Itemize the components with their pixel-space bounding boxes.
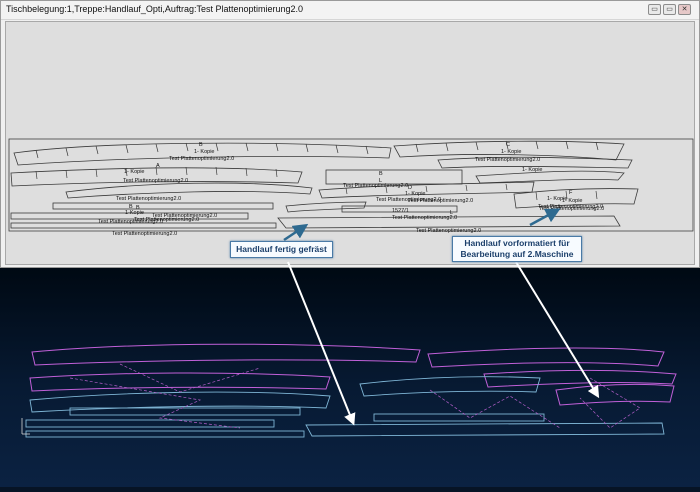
callout-right-line2: Bearbeitung auf 2.Maschine — [460, 249, 574, 259]
cam-handrail-pre — [29, 391, 331, 413]
part-label: Test Plattenoptimierung2.0 — [408, 198, 473, 204]
part-label: 1- Kopie — [547, 196, 568, 202]
part-label: B — [379, 171, 383, 177]
part-label: Test Plattenoptimierung2.0 — [538, 204, 603, 210]
part-label: A — [156, 163, 160, 169]
part-label: Test Plattenoptimierung2.0 — [112, 231, 177, 237]
close-icon: ✕ — [681, 6, 688, 13]
handrail-part — [475, 170, 625, 184]
part-label: 1- Kopie — [194, 149, 215, 155]
close-button[interactable]: ✕ — [678, 4, 691, 15]
part-label: 1- Kopie — [522, 167, 543, 173]
cam-bar — [305, 422, 665, 437]
part-label: B — [199, 142, 203, 148]
window-titlebar[interactable]: Tischbelegung:1,Treppe:Handlauf_Opti,Auf… — [1, 1, 699, 20]
part-label: Test Plattenoptimierung2.0 — [169, 156, 234, 162]
handrail-part — [285, 201, 367, 213]
part-label: Test Plattenoptimierung2.0 — [416, 228, 481, 234]
part-label: 1-Kopie — [125, 210, 144, 216]
part-label: 1- Kopie — [124, 169, 145, 175]
part-label: F — [569, 190, 573, 196]
minimize-icon: ▭ — [651, 6, 658, 13]
cam-handrail — [31, 343, 421, 366]
tool-path — [69, 377, 241, 429]
part-label: 1- Kopie — [501, 149, 522, 155]
machine-view — [0, 268, 700, 487]
cam-bar — [25, 419, 275, 428]
cam-handrail — [29, 372, 331, 392]
part-label: Test Plattenoptimierung2.0 — [343, 183, 408, 189]
minimize-button[interactable]: ▭ — [648, 4, 661, 15]
part-label: B — [136, 205, 140, 211]
part-label: 1527/1 — [392, 208, 409, 214]
straight-part — [325, 169, 463, 185]
callout-left: Handlauf fertig gefräst — [230, 241, 333, 258]
cam-handrail — [427, 347, 665, 368]
callout-right: Handlauf vorformatiert für Bearbeitung a… — [452, 236, 582, 262]
nesting-drawing: B 1- Kopie Test Plattenoptimierung2.0 A … — [8, 138, 694, 237]
nesting-canvas[interactable]: B 1- Kopie Test Plattenoptimierung2.0 A … — [5, 21, 695, 265]
cam-drawing — [21, 343, 677, 438]
handrail-part — [65, 182, 313, 199]
part-label: Test Plattenoptimierung2.0 — [116, 196, 181, 202]
part-label: Test Plattenoptimierung2.0 — [475, 157, 540, 163]
part-label: C — [506, 142, 510, 148]
cam-bar — [373, 413, 545, 422]
callout-right-line1: Handlauf vorformatiert für — [464, 238, 570, 248]
window-title: Tischbelegung:1,Treppe:Handlauf_Opti,Auf… — [6, 4, 304, 14]
callout-left-text: Handlauf fertig gefräst — [236, 244, 327, 254]
cam-handrail — [555, 383, 675, 406]
maximize-icon: ▭ — [666, 6, 673, 13]
cam-bar — [25, 430, 305, 438]
part-label: Test Plattenoptimierung2.0 — [392, 215, 457, 221]
nesting-window: Tischbelegung:1,Treppe:Handlauf_Opti,Auf… — [0, 0, 700, 268]
maximize-button[interactable]: ▭ — [663, 4, 676, 15]
cam-handrail-pre — [359, 376, 541, 397]
straight-part — [52, 202, 274, 210]
part-label: Test Plattenoptimierung2.0 — [123, 178, 188, 184]
part-label: Test Plattenoptimierung2.0 — [134, 217, 199, 223]
tool-path — [429, 389, 561, 429]
